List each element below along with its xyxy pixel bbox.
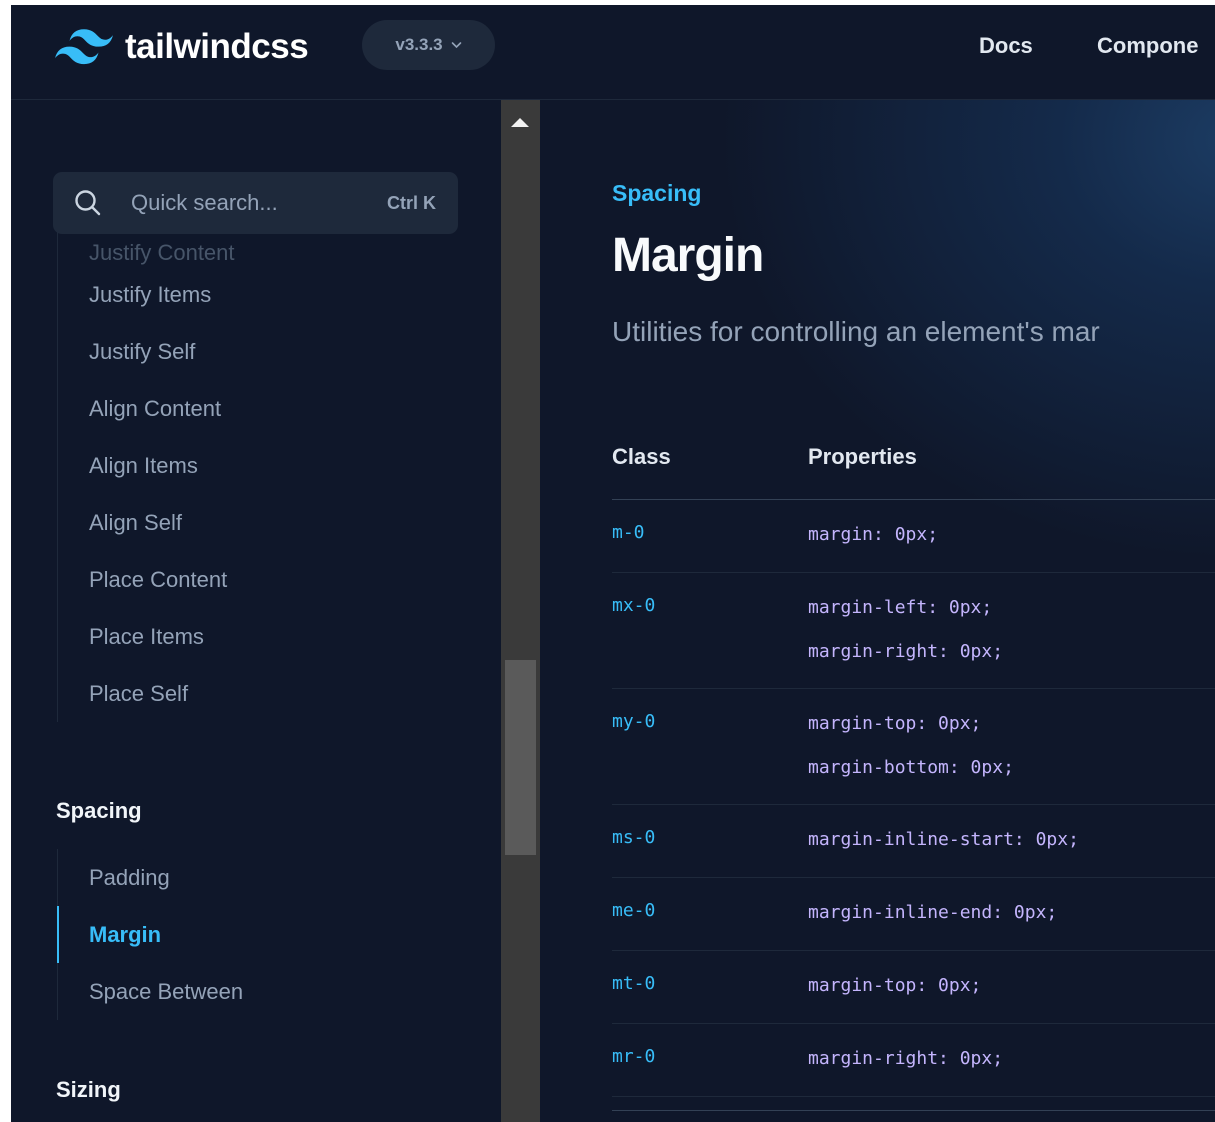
search-icon: [75, 190, 101, 216]
sidebar-section-spacing: Spacing: [56, 798, 142, 823]
property-cell: margin: 0px;: [808, 524, 939, 545]
class-name-cell: me-0: [612, 900, 656, 921]
logo-link[interactable]: tailwindcss: [55, 27, 309, 67]
logo-text: tailwindcss: [125, 27, 309, 66]
scroll-up-arrow-icon[interactable]: [511, 118, 529, 127]
sidebar-scrollbar[interactable]: [501, 100, 540, 1122]
layout-nav-group: Justify Content Justify Items Justify Se…: [57, 226, 235, 722]
property-cell: margin-right: 0px;: [808, 1048, 1004, 1069]
class-name-cell: my-0: [612, 711, 656, 732]
version-label: v3.3.3: [395, 35, 443, 54]
sidebar-item-padding[interactable]: Padding: [57, 849, 243, 906]
table-row: my-0 margin-top: 0px; margin-bottom: 0px…: [612, 689, 1215, 805]
sidebar-item-place-items[interactable]: Place Items: [57, 608, 235, 665]
class-name-cell: ms-0: [612, 827, 656, 848]
sidebar-item-align-content[interactable]: Align Content: [57, 380, 235, 437]
table-row: mr-0 margin-right: 0px;: [612, 1024, 1215, 1097]
section-eyebrow: Spacing: [612, 180, 702, 206]
sidebar-item-place-content[interactable]: Place Content: [57, 551, 235, 608]
class-name-cell: mt-0: [612, 973, 656, 994]
quick-search-button[interactable]: Quick search... Ctrl K: [53, 172, 458, 234]
top-header: tailwindcss v3.3.3 Docs Compone: [11, 5, 1215, 100]
class-name-cell: mr-0: [612, 1046, 656, 1067]
sidebar-item-align-items[interactable]: Align Items: [57, 437, 235, 494]
table-header-properties: Properties: [808, 444, 917, 469]
property-cell: margin-right: 0px;: [808, 641, 1004, 662]
property-cell: margin-bottom: 0px;: [808, 757, 1014, 778]
sidebar-item-place-self[interactable]: Place Self: [57, 665, 235, 722]
nav-docs-link[interactable]: Docs: [979, 33, 1033, 59]
table-row: mt-0 margin-top: 0px;: [612, 951, 1215, 1024]
main-content: Spacing Margin Utilities for controlling…: [540, 100, 1215, 1122]
property-cell: margin-top: 0px;: [808, 975, 982, 996]
spacing-nav-group: Padding Margin Space Between: [57, 849, 243, 1020]
search-placeholder: Quick search...: [131, 190, 278, 215]
chevron-down-icon: [451, 42, 461, 49]
table-row: ms-0 margin-inline-start: 0px;: [612, 805, 1215, 878]
class-name-cell: m-0: [612, 522, 645, 543]
browser-viewport: tailwindcss v3.3.3 Docs Compone Quick se…: [11, 5, 1215, 1122]
table-row: mx-0 margin-left: 0px; margin-right: 0px…: [612, 573, 1215, 689]
page-description: Utilities for controlling an element's m…: [612, 316, 1100, 347]
sidebar-section-sizing: Sizing: [56, 1077, 121, 1102]
nav-components-link[interactable]: Compone: [1097, 33, 1198, 59]
sidebar-item-justify-content[interactable]: Justify Content: [57, 226, 235, 266]
table-row: me-0 margin-inline-end: 0px;: [612, 878, 1215, 951]
property-cell: margin-left: 0px;: [808, 597, 993, 618]
sidebar: Quick search... Ctrl K Justify Content J…: [11, 100, 501, 1122]
property-cell: margin-top: 0px;: [808, 713, 982, 734]
property-cell: margin-inline-end: 0px;: [808, 902, 1058, 923]
search-shortcut-hint: Ctrl K: [387, 193, 436, 213]
class-name-cell: mx-0: [612, 595, 656, 616]
page-title: Margin: [612, 229, 764, 282]
table-bottom-divider: [612, 1110, 1215, 1111]
sidebar-item-justify-items[interactable]: Justify Items: [57, 266, 235, 323]
property-cell: margin-inline-start: 0px;: [808, 829, 1079, 850]
scrollbar-thumb[interactable]: [505, 660, 536, 855]
sidebar-item-margin[interactable]: Margin: [57, 906, 243, 963]
table-header-class: Class: [612, 444, 671, 469]
sidebar-item-align-self[interactable]: Align Self: [57, 494, 235, 551]
table-row: m-0 margin: 0px;: [612, 500, 1215, 573]
sidebar-item-justify-self[interactable]: Justify Self: [57, 323, 235, 380]
sidebar-item-space-between[interactable]: Space Between: [57, 963, 243, 1020]
version-dropdown[interactable]: v3.3.3: [362, 20, 495, 70]
tailwind-logo-icon: [55, 29, 113, 65]
